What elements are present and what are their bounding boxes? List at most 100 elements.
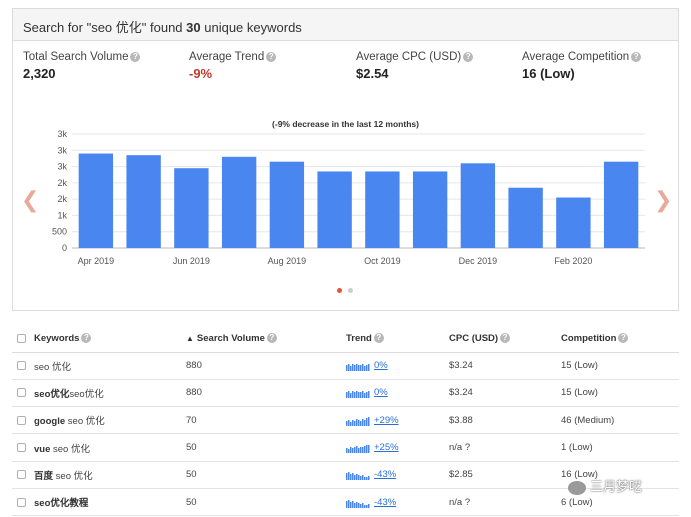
x-tick-label: Oct 2019	[364, 256, 401, 266]
trend-link[interactable]: -43%	[374, 497, 396, 508]
y-tick-label: 3k	[57, 129, 67, 139]
cpc-cell: n/a ?	[449, 433, 561, 462]
spark-bar	[354, 502, 356, 508]
x-tick-label: Aug 2019	[268, 256, 307, 266]
spark-bar	[358, 448, 360, 454]
header-volume[interactable]: Search Volume	[197, 333, 265, 344]
row-checkbox[interactable]	[17, 388, 26, 398]
spark-bar	[360, 447, 362, 454]
spark-bar	[364, 477, 366, 481]
watermark-text: 三月梦呓	[590, 479, 643, 494]
trend-cell: -43%	[346, 488, 449, 517]
keyword-cell[interactable]: seo 优化	[34, 352, 186, 380]
spark-bar	[360, 392, 362, 399]
chart-bar	[603, 161, 639, 248]
spark-bar	[346, 420, 348, 426]
trend-link[interactable]: 0%	[374, 387, 388, 398]
carousel-dot[interactable]	[348, 288, 353, 293]
keyword-bold: 百度	[34, 470, 54, 482]
trend-sparkline	[346, 472, 370, 481]
sort-up-icon[interactable]: ▲	[186, 334, 194, 343]
trend-sparkline	[346, 499, 370, 508]
keyword-cell[interactable]: seo优化教程	[34, 488, 186, 517]
trend-link[interactable]: +25%	[374, 442, 399, 453]
y-tick-label: 500	[52, 227, 67, 237]
row-checkbox[interactable]	[17, 470, 26, 480]
header-trend[interactable]: Trend	[346, 333, 372, 344]
trend-link[interactable]: +29%	[374, 415, 399, 426]
keyword-cell[interactable]: vue seo 优化	[34, 433, 186, 462]
chart-bar	[174, 168, 209, 248]
row-checkbox[interactable]	[17, 361, 26, 371]
trend-cell: 0%	[346, 379, 449, 408]
spark-bar	[350, 393, 352, 399]
competition-cell: 1 (Low)	[561, 433, 679, 462]
help-icon[interactable]: ?	[81, 333, 92, 344]
keyword-cell[interactable]: google seo 优化	[34, 406, 186, 435]
help-icon[interactable]: ?	[500, 333, 511, 344]
keyword-text: seo 优化	[53, 470, 93, 482]
spark-bar	[358, 502, 360, 508]
chart-bar	[78, 153, 114, 248]
spark-bar	[346, 448, 348, 454]
spark-bar	[356, 418, 358, 426]
help-icon[interactable]: ?	[373, 333, 384, 344]
x-tick-label: Apr 2019	[78, 256, 115, 266]
header-cpc[interactable]: CPC (USD)	[449, 333, 498, 344]
spark-bar	[364, 419, 366, 426]
trend-link[interactable]: -43%	[374, 469, 396, 480]
keyword-text: seo 优化	[34, 361, 71, 373]
chart-bar	[126, 155, 161, 248]
spark-bar	[364, 366, 366, 372]
spark-bar	[354, 420, 356, 426]
spark-bar	[366, 365, 368, 372]
help-icon[interactable]: ?	[266, 333, 277, 344]
chart-bar	[556, 197, 591, 248]
spark-bar	[366, 477, 368, 481]
spark-bar	[364, 504, 366, 508]
row-checkbox[interactable]	[17, 415, 26, 425]
select-all-checkbox[interactable]	[17, 334, 26, 344]
keyword-cell[interactable]: seo优化seo优化	[34, 379, 186, 408]
keyword-bold: seo优化教程	[34, 498, 89, 510]
spark-bar	[354, 392, 356, 399]
header-keywords[interactable]: Keywords	[34, 333, 79, 344]
spark-bar	[350, 474, 352, 481]
trend-link[interactable]: 0%	[374, 360, 388, 371]
y-tick-label: 1k	[57, 210, 67, 220]
spark-bar	[346, 473, 348, 481]
table-row[interactable]: vue seo 优化 50 +25% n/a ? 1 (Low)	[12, 433, 679, 462]
spark-bar	[352, 419, 354, 426]
x-tick-label: Dec 2019	[459, 256, 498, 266]
spark-bar	[348, 364, 350, 372]
spark-bar	[366, 417, 368, 426]
spark-bar	[352, 473, 354, 481]
row-checkbox[interactable]	[17, 497, 26, 507]
spark-bar	[358, 475, 360, 481]
help-icon[interactable]: ?	[618, 333, 629, 344]
trend-sparkline	[346, 391, 370, 399]
wechat-icon	[568, 480, 586, 495]
carousel-dot-active[interactable]	[337, 288, 342, 293]
spark-bar	[358, 365, 360, 372]
volume-cell: 50	[186, 433, 346, 462]
keyword-cell[interactable]: 百度 seo 优化	[34, 461, 186, 489]
row-checkbox[interactable]	[17, 443, 26, 453]
table-row[interactable]: google seo 优化 70 +29% $3.88 46 (Medium)	[12, 406, 679, 435]
spark-bar	[352, 364, 354, 372]
spark-bar	[358, 419, 360, 426]
trend-cell: +25%	[346, 433, 449, 462]
table-row[interactable]: seo优化seo优化 880 0% $3.24 15 (Low)	[12, 379, 679, 408]
spark-bar	[352, 448, 354, 454]
spark-bar	[366, 392, 368, 399]
spark-bar	[346, 500, 348, 508]
chart-bar	[412, 171, 448, 248]
table-row[interactable]: seo 优化 880 0% $3.24 15 (Low)	[12, 352, 679, 380]
spark-bar	[356, 391, 358, 399]
header-competition[interactable]: Competition	[561, 333, 616, 344]
volume-cell: 70	[186, 406, 346, 435]
table-header-row: Keywords? ▲ Search Volume? Trend? CPC (US…	[12, 326, 679, 353]
spark-bar	[358, 392, 360, 399]
spark-bar	[346, 365, 348, 372]
search-volume-chart: 0 500 1k 2k 2k 3k 3k 3k Apr 2019 Jun 2019 Aug 2019…	[52, 129, 645, 266]
